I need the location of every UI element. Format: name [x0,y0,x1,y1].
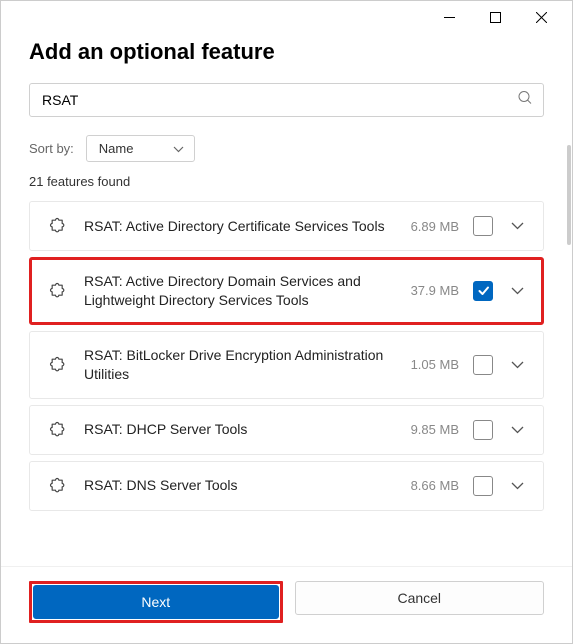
dialog-window: Add an optional feature Sort by: Name 21… [0,0,573,644]
next-button[interactable]: Next [33,585,279,619]
feature-checkbox[interactable] [473,420,493,440]
cancel-button[interactable]: Cancel [295,581,545,615]
puzzle-icon [46,476,70,496]
footer: Next Cancel [1,566,572,643]
results-count: 21 features found [29,174,544,189]
sort-select[interactable]: Name [86,135,196,162]
feature-label: RSAT: Active Directory Certificate Servi… [84,217,387,236]
sort-selected-value: Name [99,141,134,156]
chevron-down-icon [173,141,184,156]
feature-label: RSAT: DHCP Server Tools [84,420,387,439]
content-area: Add an optional feature Sort by: Name 21… [1,33,572,566]
feature-label: RSAT: BitLocker Drive Encryption Adminis… [84,346,387,384]
chevron-down-icon[interactable] [507,287,527,295]
feature-list: RSAT: Active Directory Certificate Servi… [29,201,544,550]
search-field [29,83,544,117]
close-button[interactable] [518,1,564,33]
puzzle-icon [46,355,70,375]
sort-label: Sort by: [29,141,74,156]
sort-row: Sort by: Name [29,135,544,162]
puzzle-icon [46,281,70,301]
maximize-button[interactable] [472,1,518,33]
chevron-down-icon[interactable] [507,426,527,434]
chevron-down-icon[interactable] [507,361,527,369]
feature-checkbox[interactable] [473,216,493,236]
titlebar [1,1,572,33]
feature-label: RSAT: Active Directory Domain Services a… [84,272,387,310]
feature-item[interactable]: RSAT: Active Directory Certificate Servi… [29,201,544,251]
feature-label: RSAT: DNS Server Tools [84,476,387,495]
search-icon [518,91,532,110]
search-input[interactable] [29,83,544,117]
minimize-button[interactable] [426,1,472,33]
page-title: Add an optional feature [29,39,544,65]
feature-item[interactable]: RSAT: DHCP Server Tools 9.85 MB [29,405,544,455]
feature-item[interactable]: RSAT: BitLocker Drive Encryption Adminis… [29,331,544,399]
next-button-highlight: Next [29,581,283,623]
chevron-down-icon[interactable] [507,482,527,490]
feature-item[interactable]: RSAT: DNS Server Tools 8.66 MB [29,461,544,511]
scrollbar[interactable] [567,145,571,245]
feature-size: 37.9 MB [401,283,459,298]
feature-size: 9.85 MB [401,422,459,437]
feature-size: 8.66 MB [401,478,459,493]
feature-size: 1.05 MB [401,357,459,372]
feature-item[interactable]: RSAT: Active Directory Domain Services a… [29,257,544,325]
chevron-down-icon[interactable] [507,222,527,230]
puzzle-icon [46,420,70,440]
puzzle-icon [46,216,70,236]
feature-checkbox[interactable] [473,476,493,496]
feature-checkbox[interactable] [473,281,493,301]
feature-checkbox[interactable] [473,355,493,375]
feature-size: 6.89 MB [401,219,459,234]
